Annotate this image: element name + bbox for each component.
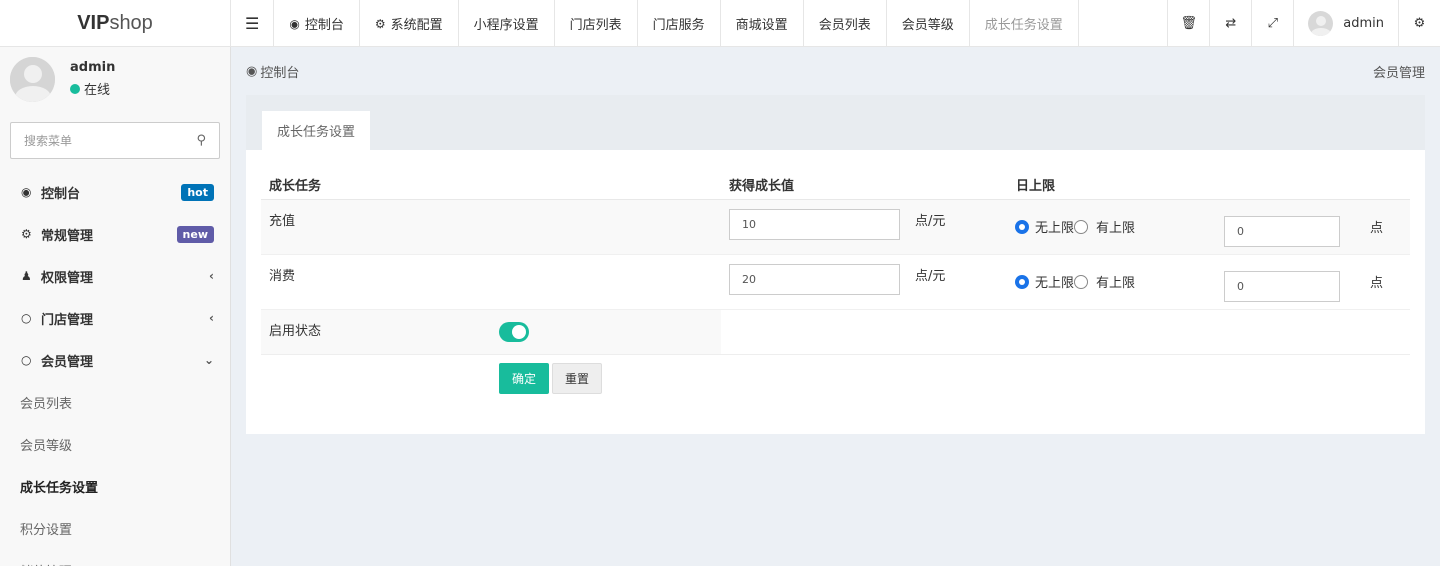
dashboard-icon: ◉	[246, 63, 258, 79]
table-row: 充值 点/元 无上限 有上限 点	[261, 200, 1410, 255]
limit-unit: 点	[1370, 221, 1384, 236]
top-header: VIP shop ☰ ◉ 控制台 ⚙ 系统配置 小程序设置 门店列表 门店服务 商…	[0, 0, 1440, 47]
radio-unlimited[interactable]	[1015, 219, 1029, 234]
fullscreen-icon[interactable]: ⤢	[1251, 0, 1293, 47]
chevron-left-icon: ‹	[209, 311, 214, 325]
sidebar-sub-growth-task[interactable]: 成长任务设置	[0, 465, 230, 507]
circle-icon: ○	[21, 311, 32, 325]
header-user-name: admin	[1343, 16, 1384, 31]
enable-toggle[interactable]	[499, 322, 529, 342]
sidebar-item-permissions[interactable]: ♟ 权限管理 ‹	[0, 255, 230, 297]
user-panel: admin 在线	[0, 47, 230, 111]
trash-icon[interactable]: 🗑	[1167, 0, 1209, 47]
status-label: 启用状态	[269, 324, 322, 339]
top-right-tools: 🗑 ⇄ ⤢ admin ⚙	[1167, 0, 1440, 47]
chevron-left-icon: ‹	[209, 269, 214, 283]
tab-bar: 成长任务设置	[246, 95, 1425, 150]
action-row: 确定 重置	[261, 355, 1410, 410]
avatar	[1308, 11, 1334, 36]
sidebar-sub-points[interactable]: 积分设置	[0, 507, 230, 549]
header-user-menu[interactable]: admin	[1293, 0, 1398, 47]
sidebar-sub-member-level[interactable]: 会员等级	[0, 423, 230, 465]
translate-icon[interactable]: ⇄	[1209, 0, 1251, 47]
logo-light: shop	[109, 12, 153, 34]
task-name: 消费	[269, 269, 296, 284]
radio-unlimited[interactable]	[1015, 274, 1029, 289]
daily-limit-input[interactable]	[1224, 216, 1340, 247]
circle-icon: ○	[21, 353, 32, 367]
logo-bold: VIP	[77, 12, 110, 34]
limit-radio-group: 无上限 有上限	[1015, 217, 1135, 236]
search-icon[interactable]: ⚲	[196, 133, 206, 148]
menu-search-input[interactable]: 搜索菜单 ⚲	[10, 122, 220, 159]
radio-limited[interactable]	[1074, 274, 1089, 289]
nav-miniprogram[interactable]: 小程序设置	[459, 0, 555, 47]
breadcrumb-right: 会员管理	[1372, 65, 1425, 81]
col-growth-value: 获得成长值	[729, 179, 795, 194]
nav-store-service[interactable]: 门店服务	[638, 0, 721, 47]
growth-value-input[interactable]	[729, 209, 900, 240]
hot-badge: hot	[181, 183, 214, 201]
radio-limited[interactable]	[1074, 219, 1089, 234]
dashboard-icon: ◉	[289, 16, 300, 31]
cogs-icon: ⚙	[21, 227, 32, 241]
menu-toggle-button[interactable]: ☰	[231, 0, 275, 47]
top-nav: ☰ ◉ 控制台 ⚙ 系统配置 小程序设置 门店列表 门店服务 商城设置 会员列表…	[231, 0, 1440, 47]
sidebar-user-name: admin	[70, 60, 116, 75]
nav-store-list[interactable]: 门店列表	[555, 0, 638, 47]
task-name: 充值	[269, 214, 296, 229]
breadcrumb: ◉ 控制台 会员管理	[231, 47, 1440, 95]
tab-growth-task[interactable]: 成长任务设置	[262, 111, 371, 150]
sidebar: admin 在线 搜索菜单 ⚲ ◉ 控制台 hot ⚙ 常规管理 new ♟ 权…	[0, 47, 231, 566]
logo[interactable]: VIP shop	[0, 0, 231, 47]
sidebar-sub-member-list[interactable]: 会员列表	[0, 381, 230, 423]
nav-mall-settings[interactable]: 商城设置	[721, 0, 804, 47]
nav-member-level[interactable]: 会员等级	[887, 0, 970, 47]
sidebar-sub-stored-value[interactable]: 储值管理	[0, 549, 230, 566]
sidebar-avatar	[10, 56, 55, 102]
growth-task-table: 成长任务 获得成长值 日上限 充值 点/元 无上限 有上限 点 消费	[261, 168, 1410, 410]
sidebar-item-members[interactable]: ○ 会员管理 ⌄	[0, 339, 230, 381]
table-header: 成长任务 获得成长值 日上限	[261, 168, 1410, 200]
online-dot-icon	[70, 83, 80, 94]
daily-limit-input[interactable]	[1224, 271, 1340, 302]
settings-panel: 成长任务设置 成长任务 获得成长值 日上限 充值 点/元 无上限 有上限 点	[246, 95, 1425, 434]
col-task: 成长任务	[269, 179, 322, 194]
growth-unit: 点/元	[915, 269, 946, 284]
status-row: 启用状态	[261, 310, 1410, 355]
nav-dashboard[interactable]: ◉ 控制台	[274, 0, 360, 47]
sidebar-item-stores[interactable]: ○ 门店管理 ‹	[0, 297, 230, 339]
table-row: 消费 点/元 无上限 有上限 点	[261, 255, 1410, 310]
gear-icon: ⚙	[374, 16, 386, 31]
online-status: 在线	[70, 79, 115, 98]
hamburger-icon: ☰	[245, 14, 260, 33]
chevron-down-icon: ⌄	[203, 353, 214, 367]
confirm-button[interactable]: 确定	[499, 363, 549, 394]
nav-growth-task[interactable]: 成长任务设置	[970, 0, 1079, 47]
main-content: ◉ 控制台 会员管理 成长任务设置 成长任务 获得成长值 日上限 充值 点/元 …	[231, 47, 1440, 566]
breadcrumb-current[interactable]: 控制台	[260, 62, 299, 81]
sidebar-item-general[interactable]: ⚙ 常规管理 new	[0, 213, 230, 255]
sidebar-item-dashboard[interactable]: ◉ 控制台 hot	[0, 171, 230, 213]
growth-value-input[interactable]	[729, 264, 900, 295]
cogs-icon[interactable]: ⚙	[1398, 0, 1440, 47]
nav-system-config[interactable]: ⚙ 系统配置	[360, 0, 459, 47]
limit-unit: 点	[1370, 276, 1384, 291]
reset-button[interactable]: 重置	[552, 363, 602, 394]
users-icon: ♟	[21, 269, 32, 283]
nav-member-list[interactable]: 会员列表	[804, 0, 887, 47]
col-daily-limit: 日上限	[1016, 179, 1056, 194]
dashboard-icon: ◉	[21, 185, 32, 199]
new-badge: new	[176, 225, 214, 243]
growth-unit: 点/元	[915, 214, 946, 229]
limit-radio-group: 无上限 有上限	[1015, 272, 1135, 291]
